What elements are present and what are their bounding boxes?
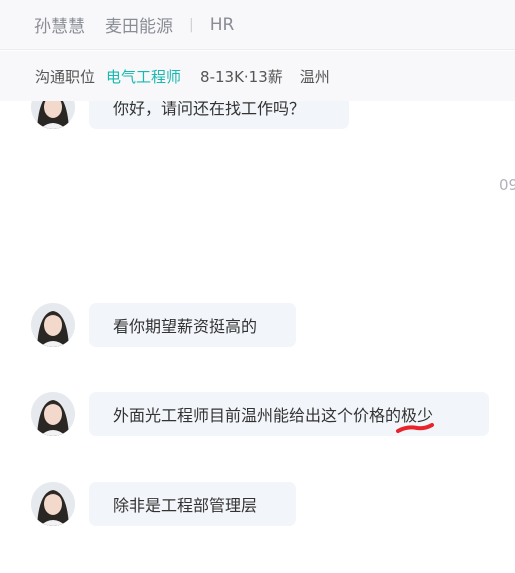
message-bubble: 看你期望薪资挺高的 (89, 303, 296, 347)
job-salary: 8-13K·13薪 (200, 67, 283, 86)
message-bubble: 外面光工程师目前温州能给出这个价格的 极少 (89, 392, 489, 436)
job-label: 沟通职位 (35, 67, 96, 86)
message-text: 外面光工程师目前温州能给出这个价格的 (113, 406, 402, 425)
message-text: 看你期望薪资挺高的 (113, 317, 258, 336)
contact-name[interactable]: 孙慧慧 (34, 12, 85, 37)
job-info-bar: 沟通职位 电气工程师 8-13K·13薪 温州 (0, 51, 515, 101)
avatar-portrait-icon (31, 392, 75, 436)
contact-role: HR (209, 14, 235, 35)
sender-avatar[interactable] (31, 482, 75, 526)
header-divider: | (189, 16, 194, 33)
chat-header: 孙慧慧 麦田能源 | HR (0, 0, 515, 50)
job-title-link[interactable]: 电气工程师 (106, 66, 181, 87)
highlighted-text: 极少 (396, 402, 435, 433)
avatar-portrait-icon (31, 482, 75, 526)
red-underline-annotation-icon (396, 423, 435, 433)
contact-company: 麦田能源 (105, 17, 173, 37)
avatar-portrait-icon (31, 303, 75, 347)
sender-avatar[interactable] (31, 303, 75, 347)
message-text: 除非是工程部管理层 (113, 496, 258, 515)
message-timestamp: 09 (499, 176, 515, 194)
job-city: 温州 (299, 67, 330, 86)
sender-avatar[interactable] (31, 392, 75, 436)
message-bubble: 除非是工程部管理层 (89, 482, 296, 526)
